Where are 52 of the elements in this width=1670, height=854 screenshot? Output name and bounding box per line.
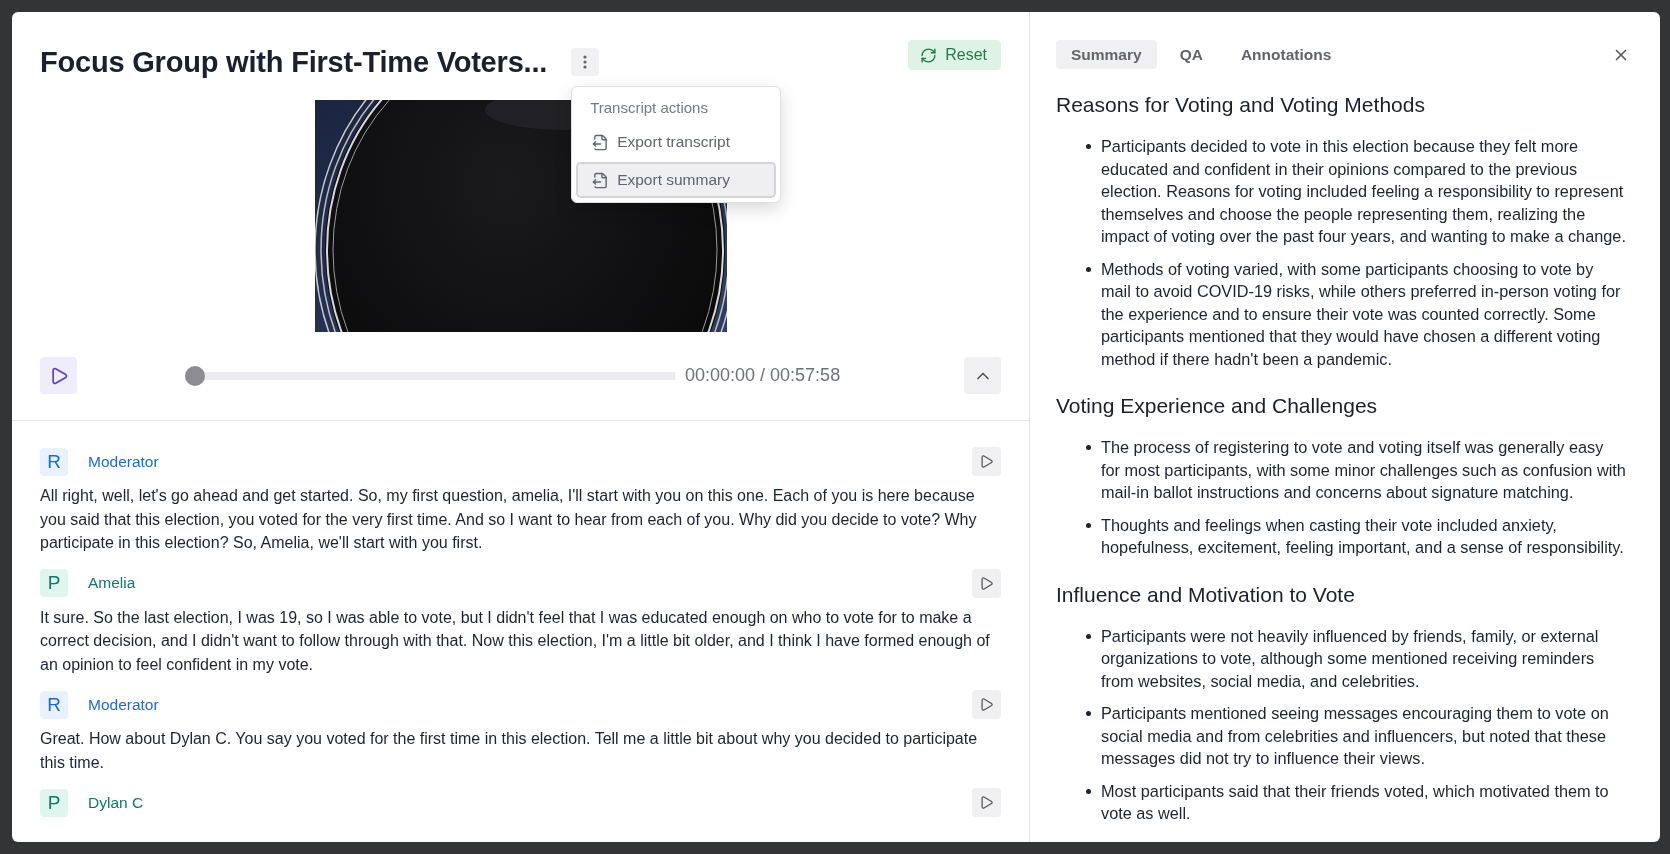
summary-point: Participants decided to vote in this election because they felt more educated and confident in their opinions compared to the previous election. Reasons for voting included feeling a responsibility to represent themselves and choose the people representing them, realizing the impact of voting over the past four years, and wanting to make a change. (1101, 136, 1626, 247)
reset-button[interactable]: Reset (908, 40, 1001, 70)
refresh-icon (920, 46, 938, 64)
recording-title: Focus Group with First-Time Voters... (40, 46, 548, 79)
play-icon (979, 795, 994, 810)
play-segment-button[interactable] (972, 447, 1001, 476)
bullet-icon (1086, 788, 1091, 794)
speaker-name: Moderator (88, 695, 159, 714)
menu-item[interactable]: Export summary (576, 162, 777, 198)
speaker-name: Moderator (88, 452, 159, 471)
bullet-icon (1086, 522, 1091, 528)
bullet-icon (1086, 633, 1091, 639)
play-icon (979, 454, 994, 469)
summary-point: The process of registering to vote and voting itself was generally easy for most participants, with some minor challenges such as confusion with mail-in ballot instructions and concerns about signature matching. (1101, 437, 1626, 503)
summary-point: Participants were not heavily influenced by friends, family, or external organizations to vote, although some mentioned receiving reminders from websites, social media, and celebrities. (1101, 625, 1600, 692)
tab[interactable]: Summary (1056, 40, 1157, 69)
section-heading: Voting Experience and Challenges (1056, 394, 1379, 418)
summary-point: Methods of voting varied, with some participants choosing to vote by mail to avoid COVID-19 risks, while others preferred in-person voting for the experience and to ensure their vote was counted correctly. Some participants mentioned that they would have chosen a different voting method if there hadn't been a pandemic. (1101, 258, 1622, 370)
bullet-icon (1086, 266, 1091, 272)
summary-point: Most participants said that their friends voted, which motivated them to vote as well. (1101, 780, 1610, 824)
speaker-avatar: P (40, 569, 68, 597)
transcript-text: Great. How about Dylan C. You say you voted for the first time in this election. Tell me a little bit about why you decided to participate this time. (40, 729, 979, 773)
bullet-icon (1086, 711, 1091, 716)
section-heading: Influence and Motivation to Vote (1056, 582, 1356, 607)
speaker-avatar: P (40, 788, 68, 817)
slider-thumb[interactable] (185, 365, 205, 386)
tab[interactable]: Annotations (1225, 40, 1347, 69)
play-button[interactable] (40, 357, 77, 394)
speaker-avatar: R (40, 447, 68, 476)
playback-time: 00:00:00 / 00:57:58 (685, 365, 841, 386)
speaker-avatar: R (40, 690, 68, 719)
summary-point: Participants mentioned seeing messages encouraging them to vote on social media and from celebrities and influencers, but noted that these messages did not try to influence their views. (1101, 703, 1610, 769)
bullet-icon (1086, 445, 1091, 450)
speaker-name: Dylan C (88, 793, 144, 812)
file-export-icon (592, 171, 610, 189)
play-icon (979, 575, 994, 591)
speaker-name: Amelia (88, 574, 136, 592)
play-icon (979, 697, 994, 712)
file-export-icon (592, 133, 610, 151)
section-heading: Reasons for Voting and Voting Methods (1056, 93, 1426, 117)
bullet-icon (1086, 144, 1091, 149)
summary-point: Thoughts and feelings when casting their vote included anxiety, hopefulness, excitement, feeling important, and a sense of responsibility. (1101, 514, 1625, 558)
tab[interactable]: QA (1164, 40, 1218, 69)
play-segment-button[interactable] (972, 788, 1001, 817)
menu-heading: Transcript actions (589, 98, 709, 118)
transcript-text: All right, well, let's go ahead and get started. So, my first question, amelia, I'll start with you on this one. Each of you is here because you said that this election, you voted for the very first time. And so I want to hear from each of you. Why did you decide to vote? Why participate in this election? So, Amelia, we'll start with you first. (40, 486, 978, 553)
play-segment-button[interactable] (972, 568, 1001, 598)
more-button[interactable] (571, 48, 600, 76)
menu-item[interactable]: Export transcript (576, 124, 777, 160)
transcript-text: It sure. So the last election, I was 19, so I was able to vote, but I didn't feel that I was educated enough on who to vote for to make a correct decision, and I didn't want to follow through with that. Now this election, I'm a little bit older, and I think I have formed enough of an opinion to feel confident in my vote. (40, 607, 991, 675)
more-icon (583, 55, 588, 69)
play-segment-button[interactable] (972, 690, 1001, 719)
